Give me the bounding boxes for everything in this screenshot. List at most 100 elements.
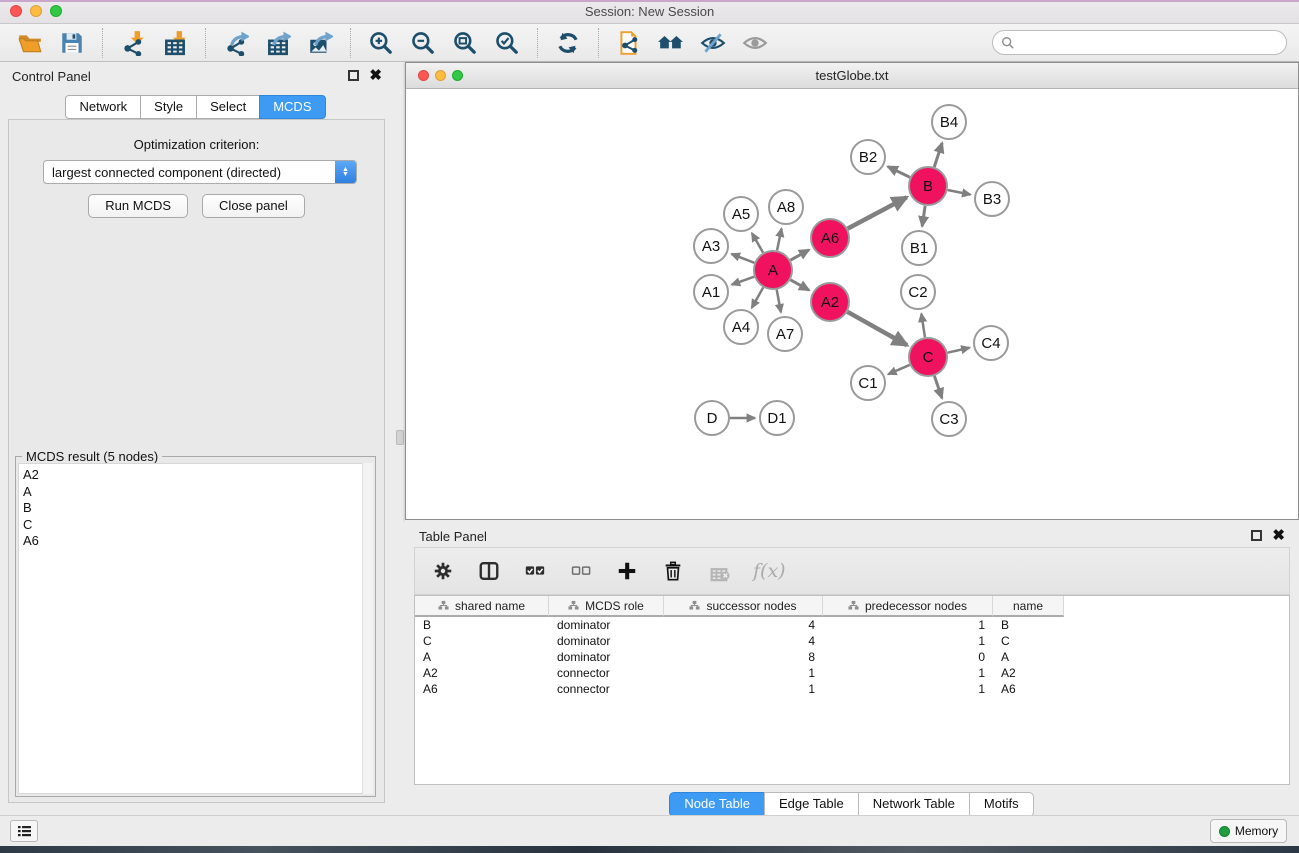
search-input[interactable] bbox=[1015, 31, 1286, 54]
checkboxes-unchecked-button[interactable] bbox=[569, 559, 593, 583]
table-cell: 1 bbox=[823, 618, 993, 632]
edge-B-B1[interactable] bbox=[922, 206, 925, 226]
homes-icon bbox=[658, 30, 684, 56]
edge-C-C3[interactable] bbox=[934, 376, 942, 398]
result-list-item[interactable]: A6 bbox=[23, 533, 362, 550]
save-button[interactable] bbox=[58, 29, 86, 57]
run-mcds-button[interactable]: Run MCDS bbox=[88, 194, 188, 218]
memory-label: Memory bbox=[1235, 824, 1278, 838]
edge-C-C1[interactable] bbox=[888, 365, 909, 374]
table-float-panel-icon[interactable] bbox=[1251, 530, 1262, 541]
node-label-B: B bbox=[923, 178, 933, 195]
table-close-panel-icon[interactable]: ✖ bbox=[1272, 530, 1285, 541]
result-list-item[interactable]: A bbox=[23, 484, 362, 501]
desktop-background bbox=[0, 846, 1299, 853]
column-header-name[interactable]: name bbox=[993, 596, 1064, 617]
edge-A-A2[interactable] bbox=[790, 280, 809, 290]
edge-C-C4[interactable] bbox=[948, 348, 970, 353]
edge-B-B4[interactable] bbox=[934, 143, 942, 167]
zoom-out-button[interactable] bbox=[409, 29, 437, 57]
edge-A-A5[interactable] bbox=[752, 233, 763, 253]
table-row[interactable]: Bdominator41B bbox=[415, 617, 1064, 633]
edge-A-A7[interactable] bbox=[777, 290, 781, 313]
edge-B-B2[interactable] bbox=[888, 167, 910, 178]
table-row[interactable]: Cdominator41C bbox=[415, 633, 1064, 649]
import-network-button[interactable] bbox=[119, 29, 147, 57]
import-table-button[interactable] bbox=[161, 29, 189, 57]
tab-style[interactable]: Style bbox=[140, 95, 197, 119]
tab-motifs[interactable]: Motifs bbox=[969, 792, 1034, 817]
table-row[interactable]: A6connector11A6 bbox=[415, 681, 1064, 697]
tab-edge-table[interactable]: Edge Table bbox=[764, 792, 859, 817]
node-label-D: D bbox=[707, 410, 718, 427]
node-label-C1: C1 bbox=[858, 375, 877, 392]
result-list-item[interactable]: C bbox=[23, 517, 362, 534]
zoom-in-button[interactable] bbox=[367, 29, 395, 57]
tab-network-table[interactable]: Network Table bbox=[858, 792, 970, 817]
eye-gray-button[interactable] bbox=[741, 29, 769, 57]
table-cell: A2 bbox=[993, 666, 1064, 680]
tab-select[interactable]: Select bbox=[196, 95, 260, 119]
column-header-successor-nodes[interactable]: successor nodes bbox=[664, 596, 823, 617]
window-titlebar: Session: New Session bbox=[0, 0, 1299, 24]
table-header-row: shared nameMCDS rolesuccessor nodesprede… bbox=[415, 596, 1064, 617]
edge-A-A1[interactable] bbox=[732, 277, 754, 285]
gear-button[interactable] bbox=[431, 559, 455, 583]
edge-A2-C[interactable] bbox=[847, 312, 907, 345]
eye-slash-button[interactable] bbox=[699, 29, 727, 57]
checkboxes-checked-button[interactable] bbox=[523, 559, 547, 583]
export-network-button[interactable] bbox=[222, 29, 250, 57]
table-delete-button bbox=[707, 559, 731, 583]
task-history-button[interactable] bbox=[10, 820, 38, 842]
export-image-button[interactable] bbox=[306, 29, 334, 57]
select-spinner-icon: ▲▼ bbox=[335, 161, 356, 183]
status-bar: Memory bbox=[0, 815, 1299, 846]
table-cell: dominator bbox=[549, 634, 664, 648]
open-folder-button[interactable] bbox=[16, 29, 44, 57]
checkboxes-unchecked-icon bbox=[570, 560, 592, 582]
result-list-scrollbar[interactable] bbox=[362, 463, 373, 794]
edge-A-A6[interactable] bbox=[790, 250, 809, 260]
result-list-item[interactable]: A2 bbox=[23, 467, 362, 484]
vertical-splitter-handle[interactable] bbox=[396, 430, 404, 445]
table-row[interactable]: Adominator80A bbox=[415, 649, 1064, 665]
table-row[interactable]: A2connector11A2 bbox=[415, 665, 1064, 681]
edge-C-C2[interactable] bbox=[921, 314, 925, 337]
close-panel-button[interactable]: Close panel bbox=[202, 194, 305, 218]
doc-network-button[interactable] bbox=[615, 29, 643, 57]
zoom-fit-button[interactable] bbox=[451, 29, 479, 57]
table-cell: A6 bbox=[993, 682, 1064, 696]
mcds-tab-content: Optimization criterion: largest connecte… bbox=[8, 119, 385, 803]
table-panel: Table Panel ✖ f(x) shared nameMCDS roles… bbox=[405, 520, 1299, 815]
table-cell: 4 bbox=[664, 634, 823, 648]
edge-A-A3[interactable] bbox=[732, 254, 755, 263]
edge-A-A4[interactable] bbox=[752, 287, 763, 307]
refresh-button[interactable] bbox=[554, 29, 582, 57]
export-table-button[interactable] bbox=[264, 29, 292, 57]
column-header-shared-name[interactable]: shared name bbox=[415, 596, 549, 617]
tab-mcds[interactable]: MCDS bbox=[259, 95, 325, 119]
table-cell: C bbox=[993, 634, 1064, 648]
tab-node-table[interactable]: Node Table bbox=[669, 792, 765, 817]
columns-button[interactable] bbox=[477, 559, 501, 583]
close-panel-icon[interactable]: ✖ bbox=[369, 70, 382, 81]
memory-button[interactable]: Memory bbox=[1210, 819, 1287, 843]
network-canvas[interactable]: B4B2BB3A8A5A6A3B1AA1C2A2A4A7C4CC1C3DD1 bbox=[407, 89, 1297, 518]
zoom-selected-button[interactable] bbox=[493, 29, 521, 57]
doc-network-icon bbox=[616, 30, 642, 56]
mcds-result-list[interactable]: A2ABCA6 bbox=[18, 463, 363, 794]
edge-A6-B[interactable] bbox=[848, 197, 907, 228]
edge-A-A8[interactable] bbox=[777, 229, 782, 251]
trash-button[interactable] bbox=[661, 559, 685, 583]
result-list-item[interactable]: B bbox=[23, 500, 362, 517]
node-label-A: A bbox=[768, 262, 778, 279]
column-header-MCDS-role[interactable]: MCDS role bbox=[549, 596, 664, 617]
edge-B-B3[interactable] bbox=[948, 190, 971, 195]
tab-network[interactable]: Network bbox=[65, 95, 141, 119]
search-box[interactable] bbox=[992, 30, 1287, 55]
column-header-predecessor-nodes[interactable]: predecessor nodes bbox=[823, 596, 993, 617]
float-panel-icon[interactable] bbox=[348, 70, 359, 81]
homes-button[interactable] bbox=[657, 29, 685, 57]
optimization-criterion-select[interactable]: largest connected component (directed) ▲… bbox=[43, 160, 357, 184]
plus-button[interactable] bbox=[615, 559, 639, 583]
